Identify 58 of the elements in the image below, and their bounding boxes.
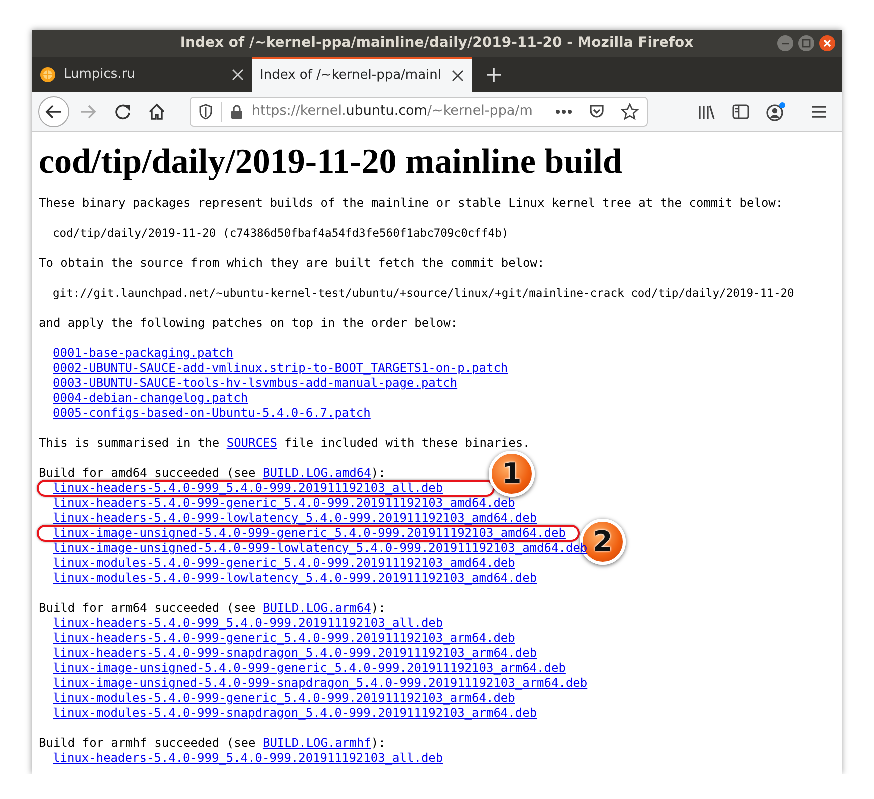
close-icon[interactable]	[819, 35, 836, 52]
file-link[interactable]: linux-image-unsigned-5.4.0-999-generic_5.4.0-999.201911192103_amd64.deb	[53, 526, 566, 540]
file-link[interactable]: linux-modules-5.4.0-999-lowlatency_5.4.0-999.201911192103_amd64.deb	[53, 571, 538, 585]
sidebar-icon[interactable]	[732, 104, 750, 120]
build-heading: Build for armhf succeeded (see BUILD.LOG.armhf):	[39, 736, 386, 751]
file-link[interactable]: linux-headers-5.4.0-999-lowlatency_5.4.0-999.201911192103_amd64.deb	[53, 511, 538, 525]
page-heading: cod/tip/daily/2019-11-20 mainline build	[39, 142, 624, 182]
file-link[interactable]: linux-modules-5.4.0-999-snapdragon_5.4.0-999.201911192103_arm64.deb	[53, 706, 538, 720]
browser-tab[interactable]: Lumpics.ru	[32, 57, 252, 92]
star-icon[interactable]	[621, 102, 639, 120]
file-link[interactable]: 0005-configs-based-on-Ubuntu-5.4.0-6.7.patch	[53, 406, 371, 420]
tab-label: Lumpics.ru	[64, 66, 136, 84]
library-icon[interactable]	[698, 104, 716, 120]
file-link[interactable]: linux-headers-5.4.0-999_5.4.0-999.201911192103_all.deb	[53, 481, 444, 495]
file-link[interactable]: linux-modules-5.4.0-999-generic_5.4.0-999.201911192103_amd64.deb	[53, 556, 516, 570]
browser-tab[interactable]: Index of /~kernel-ppa/mainl	[252, 57, 472, 92]
file-link[interactable]: linux-headers-5.4.0-999-snapdragon_5.4.0-999.201911192103_arm64.deb	[53, 646, 538, 660]
file-link[interactable]: 0004-debian-changelog.patch	[53, 391, 248, 405]
paragraph: To obtain the source from which they are built fetch the commit below:	[39, 256, 546, 271]
file-link[interactable]: linux-image-unsigned-5.4.0-999-snapdragon_5.4.0-999.201911192103_arm64.deb	[53, 676, 588, 690]
link[interactable]: BUILD.LOG.armhf	[262, 736, 372, 750]
file-link[interactable]: 0003-UBUNTU-SAUCE-tools-hv-lsvmbus-add-manual-page.patch	[53, 376, 458, 390]
file-link[interactable]: 0001-base-packaging.patch	[53, 346, 234, 360]
link[interactable]: BUILD.LOG.arm64	[262, 601, 372, 615]
file-link[interactable]: 0002-UBUNTU-SAUCE-add-vmlinux.strip-to-BOOT_TARGETS1-on-p.patch	[53, 361, 508, 375]
close-icon[interactable]	[452, 70, 464, 82]
file-link[interactable]: linux-headers-5.4.0-999-generic_5.4.0-999.201911192103_arm64.deb	[53, 631, 516, 645]
url-text: https://kernel.ubuntu.com/~kernel-ppa/m	[252, 102, 534, 122]
number-badge: 1	[489, 451, 535, 497]
tab-label: Index of /~kernel-ppa/mainl	[260, 66, 443, 85]
file-link[interactable]: linux-headers-5.4.0-999_5.4.0-999.201911192103_all.deb	[53, 616, 444, 630]
menu-icon[interactable]	[810, 104, 828, 120]
link[interactable]: BUILD.LOG.amd64	[262, 466, 372, 480]
file-link[interactable]: linux-image-unsigned-5.4.0-999-generic_5.4.0-999.201911192103_arm64.deb	[53, 661, 566, 675]
minimize-icon[interactable]	[777, 35, 794, 52]
file-link[interactable]: linux-headers-5.4.0-999_5.4.0-999.201911192103_all.deb	[53, 751, 444, 765]
paragraph: and apply the following patches on top in the order below:	[39, 316, 460, 331]
more-icon[interactable]	[555, 108, 573, 114]
home-button[interactable]	[148, 102, 166, 120]
address-bar[interactable]: https://kernel.ubuntu.com/~kernel-ppa/m	[190, 96, 648, 126]
window-title: Index of /~kernel-ppa/mainline/daily/2019-11-20 - Mozilla Firefox	[180, 34, 694, 53]
file-link[interactable]: linux-headers-5.4.0-999-generic_5.4.0-999.201911192103_amd64.deb	[53, 496, 516, 510]
back-button[interactable]	[38, 96, 70, 128]
paragraph: This is summarised in the SOURCES file included with these binaries.	[39, 436, 532, 451]
site-icon	[40, 66, 56, 82]
lock-icon	[230, 104, 244, 120]
code-line: cod/tip/daily/2019-11-20 (c74386d50fbaf4a54fd3fe560f1abc709c0cff4b)	[52, 226, 509, 241]
reload-button[interactable]	[114, 102, 132, 120]
build-heading: Build for amd64 succeeded (see BUILD.LOG.amd64):	[39, 466, 386, 481]
paragraph: These binary packages represent builds of the mainline or stable Linux kernel tree at the commit below:	[39, 196, 784, 211]
link[interactable]: SOURCES	[226, 436, 278, 450]
pocket-icon[interactable]	[589, 104, 605, 120]
build-heading: Build for arm64 succeeded (see BUILD.LOG.arm64):	[39, 601, 386, 616]
shield-icon[interactable]	[199, 104, 213, 120]
code-line: git://git.launchpad.net/~ubuntu-kernel-test/ubuntu/+source/linux/+git/mainline-crack cod/tip/daily/2019-11-20	[52, 286, 794, 301]
account-icon[interactable]	[766, 102, 786, 122]
new-tab-icon[interactable]	[486, 67, 502, 83]
file-link[interactable]: linux-modules-5.4.0-999-generic_5.4.0-999.201911192103_arm64.deb	[53, 691, 516, 705]
